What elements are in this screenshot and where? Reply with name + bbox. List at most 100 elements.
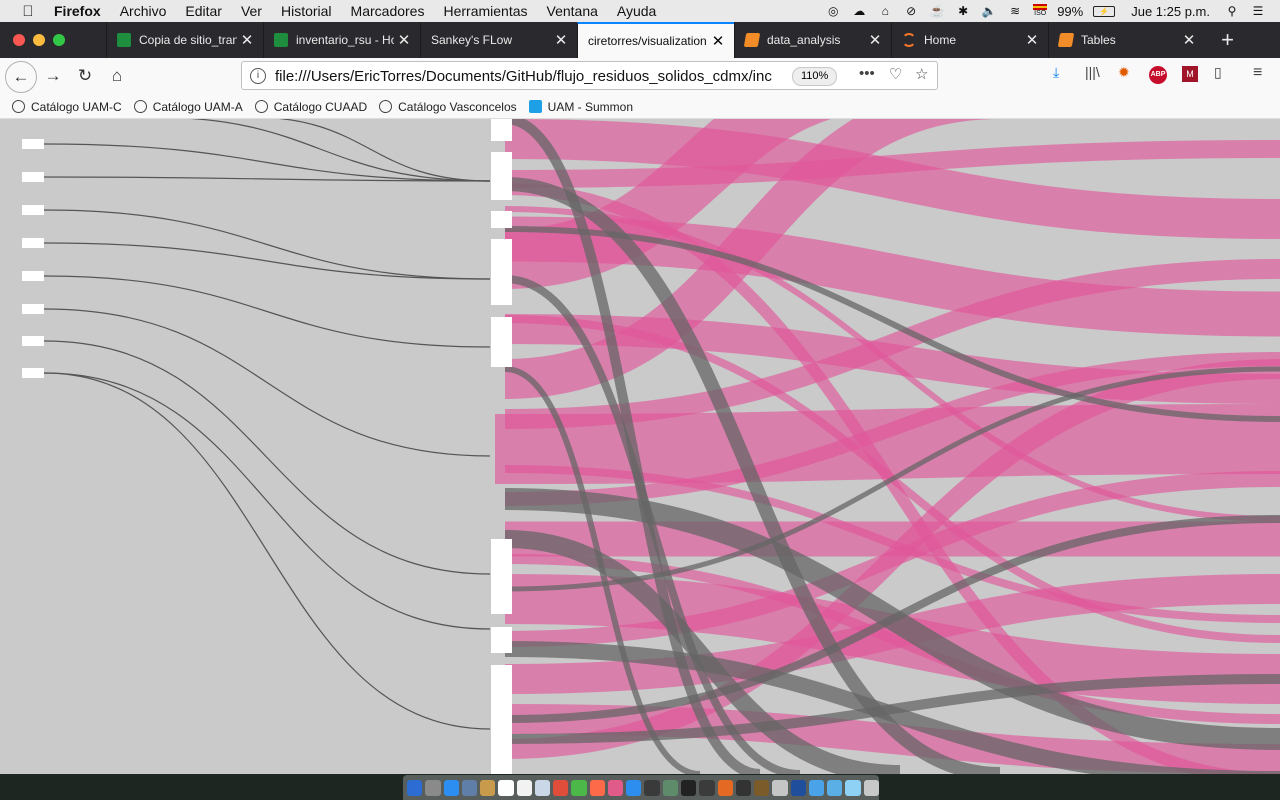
- dock-app-icon[interactable]: [516, 779, 532, 796]
- dock-app-icon[interactable]: [845, 779, 861, 796]
- extension-fire-icon[interactable]: ✹: [1118, 64, 1130, 86]
- reload-button[interactable]: ↻: [71, 62, 99, 90]
- cloud-upload-icon[interactable]: ☁: [851, 4, 867, 18]
- tab-tables[interactable]: Tables ✕: [1048, 22, 1205, 58]
- dock-app-icon[interactable]: [662, 779, 678, 796]
- menu-historial[interactable]: Historial: [281, 3, 332, 19]
- menu-marcadores[interactable]: Marcadores: [351, 3, 425, 19]
- sankey-node: [22, 139, 44, 149]
- tab-sankeys-flow[interactable]: Sankey's FLow ✕: [420, 22, 577, 58]
- dock-app-icon[interactable]: [443, 779, 459, 796]
- sankey-link: [43, 242, 491, 280]
- url-text[interactable]: file:///Users/EricTorres/Documents/GitHu…: [275, 68, 775, 85]
- dock-app-icon[interactable]: [717, 779, 733, 796]
- menu-ayuda[interactable]: Ayuda: [617, 3, 656, 19]
- tab-ciretorres-visualization[interactable]: ciretorres/visualization ✕: [577, 22, 734, 58]
- input-source-flag[interactable]: ISO: [1033, 4, 1048, 18]
- sankey-link: [277, 119, 491, 182]
- menu-ver[interactable]: Ver: [241, 3, 262, 19]
- extension-red-icon[interactable]: M: [1182, 66, 1198, 82]
- new-tab-button[interactable]: +: [1221, 22, 1234, 58]
- blocked-icon[interactable]: ⊘: [903, 4, 919, 18]
- sankey-node: [22, 238, 44, 248]
- dock-app-icon[interactable]: [699, 779, 715, 796]
- zoom-window-button[interactable]: [53, 34, 65, 46]
- back-button[interactable]: ←: [5, 61, 37, 93]
- dock-app-icon[interactable]: [680, 779, 697, 796]
- globe-icon: [379, 100, 393, 113]
- zoom-level-badge[interactable]: 110%: [792, 67, 838, 86]
- notification-center-icon[interactable]: ☰: [1250, 4, 1266, 18]
- dock-app-icon[interactable]: [461, 779, 478, 796]
- battery-percent: 99%: [1057, 3, 1084, 19]
- close-tab-icon[interactable]: ✕: [394, 31, 414, 49]
- dock-app-icon[interactable]: [534, 779, 551, 796]
- dock-app-icon[interactable]: [498, 779, 514, 796]
- sankey-node: [491, 152, 512, 200]
- bookmark-catalogo-cuaad[interactable]: Catálogo CUAAD: [254, 100, 367, 114]
- close-tab-icon[interactable]: ✕: [237, 31, 257, 49]
- tab-home[interactable]: Home ✕: [891, 22, 1048, 58]
- dock-app-icon[interactable]: [827, 779, 843, 796]
- dock-app-icon[interactable]: [480, 779, 496, 796]
- menu-ventana[interactable]: Ventana: [547, 3, 598, 19]
- minimize-window-button[interactable]: [33, 34, 45, 46]
- sidebar-toggle-icon[interactable]: ▯: [1214, 64, 1222, 86]
- bookmark-label: Catálogo UAM-A: [152, 99, 243, 114]
- spotlight-search-icon[interactable]: ⚲: [1224, 4, 1240, 18]
- tab-copia-de-sitio[interactable]: Copia de sitio_tran ✕: [106, 22, 263, 58]
- menu-herramientas[interactable]: Herramientas: [443, 3, 527, 19]
- dock-app-icon[interactable]: [626, 779, 642, 796]
- close-tab-icon[interactable]: ✕: [551, 31, 571, 49]
- menu-app-firefox[interactable]: Firefox: [54, 3, 101, 19]
- close-tab-icon[interactable]: ✕: [708, 32, 728, 50]
- tab-data-analysis[interactable]: data_analysis ✕: [734, 22, 891, 58]
- apple-menu-icon[interactable]: : [20, 3, 36, 20]
- close-tab-icon[interactable]: ✕: [1179, 31, 1199, 49]
- close-tab-icon[interactable]: ✕: [1022, 31, 1042, 49]
- downloads-icon[interactable]: ⤓: [1053, 64, 1059, 86]
- dock-app-icon[interactable]: [790, 779, 806, 796]
- coffee-icon[interactable]: ☕: [929, 4, 945, 18]
- bookmark-uam-summon[interactable]: UAM - Summon: [528, 100, 633, 114]
- site-info-icon[interactable]: i: [250, 68, 266, 84]
- bluetooth-icon[interactable]: ✱: [955, 4, 971, 18]
- hamburger-menu-icon[interactable]: ≡: [1253, 64, 1262, 86]
- url-bar[interactable]: i file:///Users/EricTorres/Documents/Git…: [241, 61, 938, 90]
- dock-app-icon[interactable]: [808, 779, 825, 796]
- forward-button[interactable]: →: [39, 62, 67, 90]
- menu-clock[interactable]: Jue 1:25 p.m.: [1131, 4, 1210, 19]
- dock-app-icon[interactable]: [607, 779, 624, 796]
- bookmark-catalogo-uam-c[interactable]: Catálogo UAM-C: [12, 100, 122, 114]
- tab-inventario-rsu[interactable]: inventario_rsu - Ho ✕: [263, 22, 420, 58]
- menu-editar[interactable]: Editar: [185, 3, 222, 19]
- menu-archivo[interactable]: Archivo: [120, 3, 167, 19]
- dock-app-icon[interactable]: [863, 779, 879, 796]
- dock-app-icon[interactable]: [571, 779, 587, 796]
- close-tab-icon[interactable]: ✕: [865, 31, 885, 49]
- home-icon[interactable]: ⌂: [877, 4, 893, 18]
- bookmark-catalogo-uam-a[interactable]: Catálogo UAM-A: [133, 99, 243, 114]
- bookmark-star-icon[interactable]: ☆: [915, 65, 928, 83]
- dock-app-icon[interactable]: [425, 779, 441, 796]
- dock-app-icon[interactable]: [754, 779, 770, 796]
- home-button[interactable]: ⌂: [103, 62, 131, 90]
- battery-charging-icon[interactable]: ⚡: [1093, 5, 1116, 17]
- wifi-icon[interactable]: ≋: [1007, 4, 1023, 18]
- dock-app-icon[interactable]: [553, 779, 569, 796]
- dock-app-icon[interactable]: [407, 779, 423, 796]
- page-actions-icon[interactable]: •••: [859, 65, 875, 82]
- sankey-link: [494, 404, 1280, 484]
- dock-app-icon[interactable]: [589, 779, 605, 796]
- bookmark-catalogo-vasconcelos[interactable]: Catálogo Vasconcelos: [379, 100, 517, 114]
- dock-app-icon[interactable]: [735, 779, 752, 796]
- volume-icon[interactable]: 🔈: [981, 4, 997, 18]
- library-icon[interactable]: |||\: [1085, 64, 1100, 86]
- close-window-button[interactable]: [13, 34, 25, 46]
- adblock-plus-icon[interactable]: ABP: [1149, 66, 1167, 84]
- dock-app-icon[interactable]: [644, 779, 660, 796]
- pocket-icon[interactable]: ♡: [889, 65, 902, 83]
- sankey-link: [43, 143, 491, 182]
- screen-record-icon[interactable]: ◎: [825, 4, 841, 18]
- dock-app-icon[interactable]: [772, 779, 788, 796]
